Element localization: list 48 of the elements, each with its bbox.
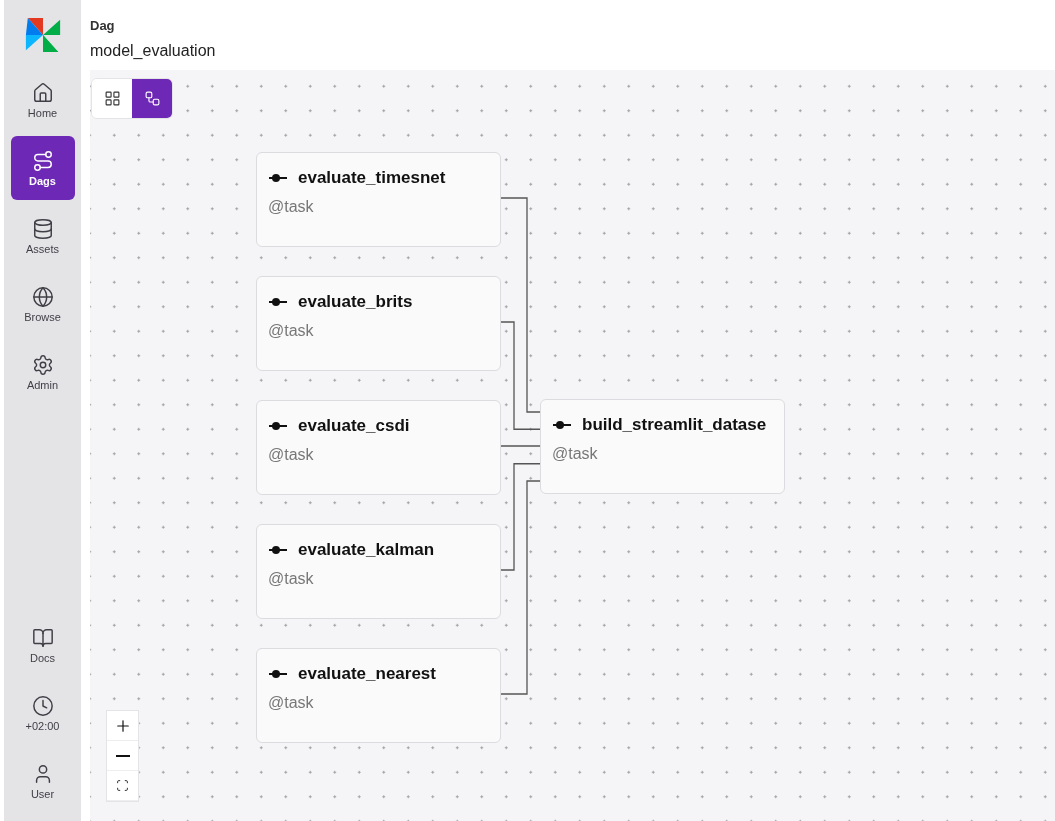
sidebar-item[interactable]: Home [10,68,75,132]
task-icon [268,296,288,307]
task-icon [268,544,288,555]
task-decorator: @task [268,444,315,465]
task-node[interactable]: evaluate_nearest @task [256,648,501,743]
sidebar-item[interactable]: +02:00 [10,681,75,745]
settings-icon [31,353,54,376]
database-icon [31,217,54,240]
sidebar-item[interactable]: User [10,749,75,813]
task-name: evaluate_nearest [298,663,436,685]
task-name: evaluate_csdi [298,415,410,437]
sidebar-item[interactable]: Dags [10,136,75,200]
header-label: Dag [90,17,116,35]
task-icon [268,172,288,183]
task-name: evaluate_timesnet [298,167,446,189]
task-icon [268,668,288,679]
book-icon [31,626,54,649]
clock-icon [31,694,54,717]
sidebar-item[interactable]: Admin [10,340,75,404]
task-node[interactable]: build_streamlit_datase @task [540,399,785,494]
task-name: evaluate_kalman [298,539,435,561]
task-decorator: @task [268,196,315,217]
task-decorator: @task [268,568,315,589]
task-node[interactable]: evaluate_timesnet @task [256,152,501,247]
task-node[interactable]: evaluate_csdi @task [256,400,501,495]
fit-view-icon [116,779,129,792]
task-decorator: @task [552,443,599,464]
task-decorator: @task [268,320,315,341]
globe-icon [31,285,54,308]
task-node[interactable]: evaluate_kalman @task [256,524,501,619]
graph-icon [143,90,161,107]
sidebar-item[interactable]: Docs [10,613,75,677]
view-toggle-button[interactable] [132,79,172,118]
task-decorator: @task [268,692,315,713]
edge-line [500,445,541,447]
sidebar-item[interactable]: Browse [10,272,75,336]
minus-icon [115,754,130,757]
route-icon [31,149,54,172]
grid-icon [103,90,121,107]
task-icon [268,420,288,431]
home-icon [31,81,54,104]
task-node[interactable]: evaluate_brits @task [256,276,501,371]
pinwheel-logo[interactable] [23,16,62,54]
dag-title: model_evaluation [90,40,217,61]
task-icon [552,419,572,430]
task-name: evaluate_brits [298,291,413,313]
sidebar-item[interactable]: Assets [10,204,75,268]
task-name: build_streamlit_datase [582,414,767,436]
